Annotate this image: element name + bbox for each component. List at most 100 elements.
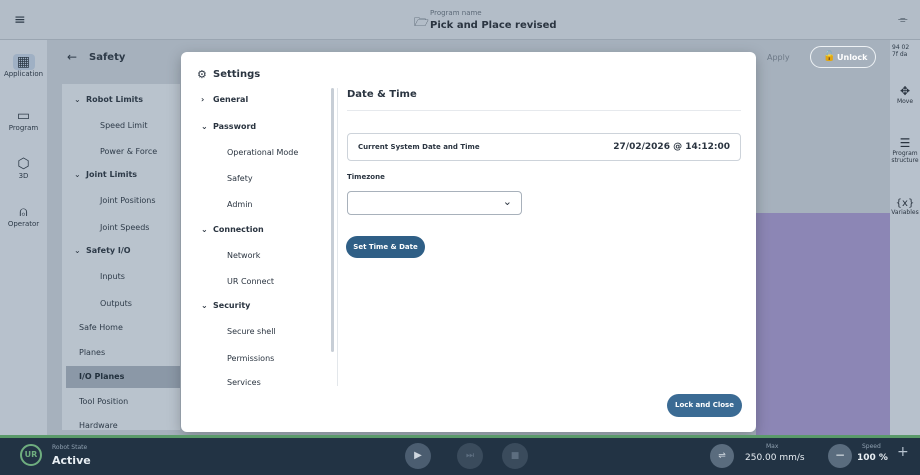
menu-secure-shell[interactable]: Secure shell — [227, 327, 276, 336]
robot-state-value: Active — [52, 454, 91, 467]
chevron-down-icon: ⌄ — [201, 225, 208, 234]
section-title: Date & Time — [347, 89, 417, 100]
dialog-title: Settings — [213, 69, 261, 80]
tree-item[interactable]: Joint Speeds — [100, 223, 149, 232]
lock-and-close-button[interactable]: Lock and Close — [667, 394, 742, 417]
nav-application[interactable]: ▦ Application — [0, 54, 47, 78]
current-datetime-card: Current System Date and Time 27/02/2026 … — [347, 133, 741, 161]
tree-item[interactable]: Tool Position — [79, 397, 128, 406]
tree-item[interactable]: Outputs — [100, 299, 132, 308]
nav-label: Operator — [7, 220, 40, 228]
speed-increase-button[interactable]: + — [897, 444, 909, 460]
chevron-down-icon: ⌄ — [502, 195, 512, 208]
status-bar: UR Robot State Active ▶ ⏭ ■ ⇌ Max 250.00… — [0, 435, 920, 475]
speed-decrease-button[interactable]: − — [828, 444, 852, 468]
current-datetime-label: Current System Date and Time — [358, 143, 480, 151]
3d-scene — [756, 213, 890, 435]
current-datetime-value: 27/02/2026 @ 14:12:00 — [613, 142, 730, 152]
menu-safety[interactable]: Safety — [227, 174, 253, 183]
menu-services[interactable]: Services — [227, 378, 261, 386]
apply-button[interactable]: Apply — [767, 53, 790, 62]
tree-item[interactable]: Planes — [79, 348, 105, 357]
info-snippet: 94 02 7f da — [892, 44, 910, 58]
program-name-label: Program name — [430, 9, 482, 17]
square-icon: ▭ — [16, 108, 31, 124]
nav-label: Move — [896, 98, 914, 105]
play-button[interactable]: ▶ — [405, 443, 431, 469]
menu-permissions[interactable]: Permissions — [227, 354, 274, 363]
nav-program[interactable]: ▭ Program — [0, 108, 47, 132]
tree-item[interactable]: ⌄ Joint Limits — [74, 170, 137, 179]
chevron-down-icon: ⌄ — [74, 246, 81, 255]
top-bar: ≡ 🗁 Program name Pick and Place revised … — [0, 0, 920, 40]
menu-connection[interactable]: ⌄ Connection — [201, 225, 264, 234]
chevron-right-icon: › — [201, 95, 205, 104]
tree-item[interactable]: Hardware — [79, 421, 118, 430]
speed-value: 100 % — [857, 453, 888, 463]
settings-dialog: ⚙ Settings › General ⌄ Password Operationa… — [181, 52, 756, 432]
gear-icon: ⚙ — [197, 68, 207, 81]
unlock-label: Unlock — [837, 53, 868, 62]
max-value: 250.00 mm/s — [745, 453, 805, 463]
nav-label: Program — [8, 124, 39, 132]
nav-operator[interactable]: ⍝ Operator — [0, 204, 47, 228]
title-underline — [347, 110, 741, 111]
cube-icon: ⬡ — [17, 156, 30, 172]
chevron-down-icon: ⌄ — [201, 122, 208, 131]
menu-ur-connect[interactable]: UR Connect — [227, 277, 274, 286]
unlock-button[interactable]: 🔓 Unlock — [810, 46, 876, 68]
back-icon[interactable]: ← — [67, 50, 77, 64]
robot-state-label: Robot State — [52, 444, 88, 451]
menu-password[interactable]: ⌄ Password — [201, 122, 256, 131]
right-nav: 94 02 7f da ✥ Move ☰ Program structure {… — [890, 40, 920, 435]
person-icon: ⍝ — [19, 204, 28, 220]
nav-label: Program structure — [891, 150, 919, 164]
nav-3d[interactable]: ⬡ 3D — [0, 156, 47, 180]
tree-item[interactable]: Power & Force — [100, 147, 157, 156]
chevron-down-icon: ⌄ — [74, 170, 81, 179]
lock-icon: 🔓 — [823, 51, 836, 62]
tree-item-selected[interactable]: I/O Planes — [66, 366, 180, 388]
chevron-down-icon: ⌄ — [74, 95, 81, 104]
tree-item[interactable]: Inputs — [100, 272, 125, 281]
tree-item[interactable]: ⌄ Robot Limits — [74, 95, 143, 104]
program-name[interactable]: Pick and Place revised — [430, 20, 557, 31]
safety-tree: ⌄ Robot Limits Speed Limit Power & Force … — [62, 84, 180, 430]
grid-icon: ▦ — [12, 54, 35, 70]
timezone-select[interactable]: ⌄ — [347, 191, 522, 215]
menu-general[interactable]: › General — [201, 95, 248, 104]
stop-button[interactable]: ■ — [502, 443, 528, 469]
page-title: Safety — [89, 52, 126, 63]
step-button[interactable]: ⏭ — [457, 443, 483, 469]
nav-label: 3D — [18, 172, 29, 180]
move-icon: ✥ — [899, 84, 911, 98]
tree-item[interactable]: Joint Positions — [100, 196, 156, 205]
nav-label: Variables — [891, 209, 919, 216]
tree-item[interactable]: Safe Home — [79, 323, 123, 332]
menu-icon[interactable]: ≡ — [14, 12, 26, 28]
set-time-date-button[interactable]: Set Time & Date — [346, 236, 425, 258]
move-button[interactable]: ✥ Move — [890, 84, 920, 105]
list-icon: ☰ — [899, 136, 911, 150]
variables-button[interactable]: {x} Variables — [890, 198, 920, 216]
speed-settings-icon[interactable]: ⇌ — [710, 444, 734, 468]
menu-divider — [337, 88, 338, 386]
ur-logo: UR — [20, 444, 42, 466]
folder-icon: 🗁 — [414, 15, 429, 29]
speed-label: Speed — [862, 443, 881, 450]
tree-item[interactable]: Speed Limit — [100, 121, 147, 130]
tree-item[interactable]: ⌄ Safety I/O — [74, 246, 131, 255]
variables-icon: {x} — [895, 198, 915, 209]
menu-security[interactable]: ⌄ Security — [201, 301, 250, 310]
menu-network[interactable]: Network — [227, 251, 260, 260]
max-label: Max — [766, 443, 779, 450]
left-nav: ▦ Application ▭ Program ⬡ 3D ⍝ Operator — [0, 40, 47, 435]
menu-admin[interactable]: Admin — [227, 200, 253, 209]
chevron-down-icon: ⌄ — [201, 301, 208, 310]
menu-operational-mode[interactable]: Operational Mode — [227, 148, 298, 157]
timezone-label: Timezone — [347, 173, 385, 181]
program-structure-button[interactable]: ☰ Program structure — [890, 136, 920, 164]
nav-label: Application — [3, 70, 44, 78]
signal-icon[interactable]: ⌯ — [898, 12, 908, 27]
menu-scrollbar[interactable] — [331, 88, 334, 352]
